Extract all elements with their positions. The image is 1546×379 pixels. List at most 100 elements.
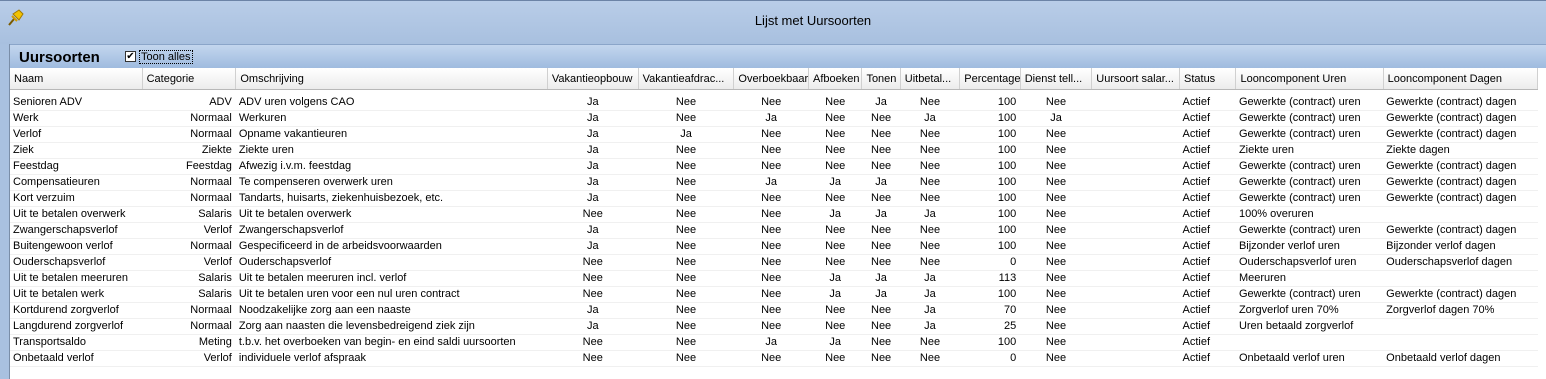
table-cell: Uit te betalen meeruren incl. verlof [235,270,548,287]
table-cell: Nee [861,158,901,175]
table-cell: Nee [808,238,862,255]
table-cell: 100 [959,190,1021,207]
table-cell: Uit te betalen werk [10,286,143,303]
table-cell: Nee [733,126,809,143]
column-header[interactable]: Vakantieafdrac... [638,68,735,90]
table-cell: Meeruren [1235,270,1384,287]
table-row[interactable]: Kortdurend zorgverlof Normaal Noodzakelijk… [10,302,1538,319]
table-cell [1383,270,1538,287]
table-cell: Nee [1020,174,1092,191]
table-cell [1091,270,1180,287]
column-header[interactable]: Dienst tell... [1020,68,1093,90]
table-row[interactable]: Verlof Normaal Opname vakantieuren Ja Ja Nee N… [10,126,1538,143]
table-cell: Actief [1179,158,1236,175]
table-cell: Nee [808,142,862,159]
table-cell: Gewerkte (contract) dagen [1383,190,1538,207]
table-cell [1091,89,1180,111]
table-cell [1091,142,1180,159]
table-cell: Buitengewoon verlof [10,238,143,255]
table-cell: Nee [638,89,734,111]
column-header[interactable]: Looncomponent Uren [1235,68,1384,90]
table-row[interactable]: Feestdag Feestdag Afwezig i.v.m. feestdag J… [10,158,1538,175]
table-cell: Ja [733,110,809,127]
table-cell: Ja [808,206,862,223]
table-cell: Nee [861,318,901,335]
column-header[interactable]: Uitbetal... [900,68,961,90]
table-cell: Ja [638,126,734,143]
table-cell [1091,158,1180,175]
column-header[interactable]: Looncomponent Dagen [1383,68,1539,90]
table-cell: Actief [1179,110,1236,127]
column-header[interactable]: Naam [10,68,143,90]
show-all-checkbox[interactable]: ✔ [125,51,136,62]
table-cell: Nee [638,238,734,255]
column-header[interactable]: Status [1179,68,1237,90]
table-cell [1383,206,1538,223]
table-cell [1235,334,1384,351]
table-row[interactable]: Onbetaald verlof Verlof individuele verlof… [10,350,1538,367]
column-header[interactable]: Overboekbaar [733,68,810,90]
table-cell: Nee [808,158,862,175]
table-row[interactable]: Transportsaldo Meting t.b.v. het overboeke… [10,334,1538,351]
column-header[interactable]: Omschrijving [235,68,548,90]
table-cell: Ja [547,222,639,239]
table-cell: Ja [547,126,639,143]
table-row[interactable]: Ziek Ziekte Ziekte uren Ja Nee Nee Nee Nee Nee 10… [10,142,1538,159]
table-cell: Ja [733,334,809,351]
table-cell: Nee [900,334,960,351]
table-cell: Nee [1020,222,1092,239]
table-row[interactable]: Uit te betalen werk Salaris Uit te betalen… [10,286,1538,303]
table-cell: Transportsaldo [10,334,143,351]
table-cell: t.b.v. het overboeken van begin- en eind… [235,334,548,351]
table-row[interactable]: Langdurend zorgverlof Normaal Zorg aan naa… [10,318,1538,335]
table-row[interactable]: Compensatieuren Normaal Te compenseren ove… [10,174,1538,191]
table-cell: Ja [547,190,639,207]
uursoorten-table: Naam Categorie Omschrijving Vakantieopbouw V… [10,68,1539,367]
table-cell: Nee [1020,286,1092,303]
table-cell: Nee [733,254,809,271]
table-cell: Nee [1020,158,1092,175]
show-all-label[interactable]: Toon alles [139,50,193,64]
column-header[interactable]: Afboeken [808,68,863,90]
table-cell: Nee [900,126,960,143]
table-row[interactable]: Senioren ADV ADV ADV uren volgens CAO Ja Nee… [10,89,1538,111]
column-header[interactable]: Uursoort salar... [1091,68,1180,90]
column-header[interactable]: Vakantieopbouw [547,68,639,90]
table-cell: Ja [547,110,639,127]
table-row[interactable]: Ouderschapsverlof Verlof Ouderschapsverlof… [10,254,1538,271]
table-cell: ADV uren volgens CAO [235,89,548,111]
table-cell: Werkuren [235,110,548,127]
table-cell: Nee [861,110,901,127]
table-row[interactable]: Zwangerschapsverlof Verlof Zwangerschapsve… [10,222,1538,239]
table-cell: Ja [900,110,960,127]
column-header[interactable]: Tonen [861,68,901,90]
table-row[interactable]: Uit te betalen meeruren Salaris Uit te bet… [10,270,1538,287]
table-cell: Ja [900,302,960,319]
table-cell: Nee [638,286,734,303]
table-cell: Salaris [142,206,236,223]
table-cell: Ziek [10,142,143,159]
table-cell: Actief [1179,89,1236,111]
table-cell: Nee [900,142,960,159]
table-cell: Nee [1020,142,1092,159]
table-row[interactable]: Uit te betalen overwerk Salaris Uit te bet… [10,206,1538,223]
table-cell: Ja [861,206,901,223]
table-cell: Nee [638,302,734,319]
table-cell: 100 [959,89,1021,111]
table-cell: Nee [900,158,960,175]
table-row[interactable]: Werk Normaal Werkuren Ja Nee Ja Nee Nee Ja 100 Ja A… [10,110,1538,127]
column-header[interactable]: Percentage [959,68,1021,90]
column-header[interactable]: Categorie [142,68,237,90]
table-cell: Ja [547,142,639,159]
table-cell: Uit te betalen uren voor een nul uren co… [235,286,548,303]
table-row[interactable]: Kort verzuim Normaal Tandarts, huisarts, z… [10,190,1538,207]
table-cell: Bijzonder verlof dagen [1383,238,1538,255]
table-cell: Nee [900,174,960,191]
table-cell: Nee [861,350,901,367]
table-cell [1091,206,1180,223]
table-cell [1091,318,1180,335]
table-cell: 100 [959,158,1021,175]
table-cell: 100 [959,238,1021,255]
table-row[interactable]: Buitengewoon verlof Normaal Gespecificeerd… [10,238,1538,255]
table-cell: Nee [638,110,734,127]
